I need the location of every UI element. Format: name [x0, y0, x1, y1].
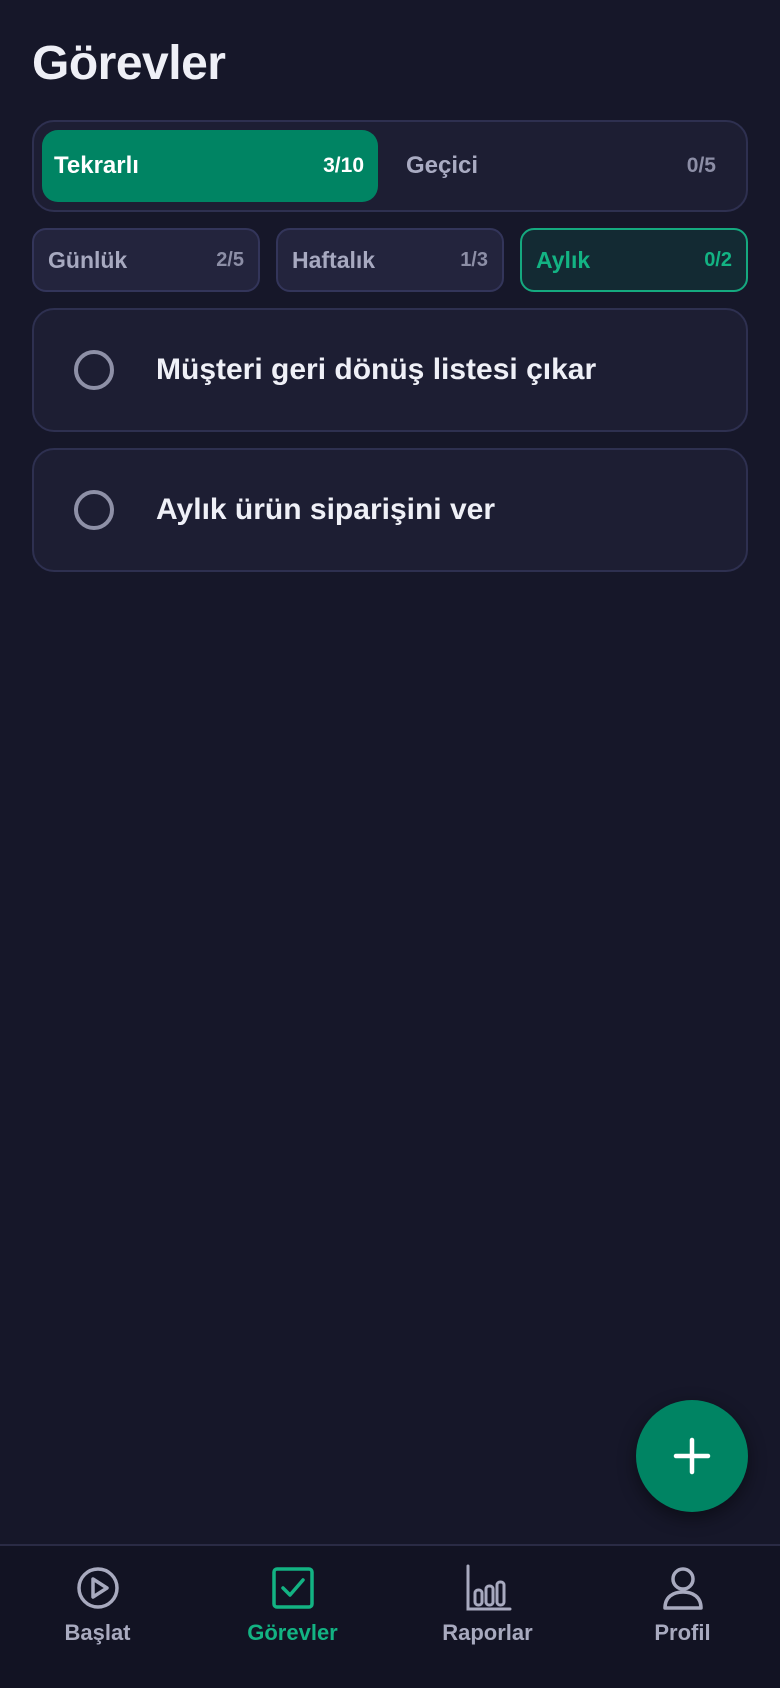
- filter-count: 2/5: [216, 248, 244, 271]
- task-checkbox[interactable]: [74, 490, 114, 530]
- nav-item-tasks[interactable]: Görevler: [195, 1546, 390, 1688]
- tasks-screen: Görevler Tekrarlı 3/10 Geçici 0/5 Günlük…: [0, 0, 780, 1688]
- filter-label: Günlük: [48, 246, 128, 273]
- nav-item-reports[interactable]: Raporlar: [390, 1546, 585, 1688]
- filter-monthly[interactable]: Aylık 0/2: [520, 228, 748, 292]
- checkbox-icon: [271, 1567, 314, 1609]
- period-filters: Günlük 2/5 Haftalık 1/3 Aylık 0/2: [32, 228, 748, 292]
- add-task-button[interactable]: [636, 1400, 748, 1512]
- nav-item-profile[interactable]: Profil: [585, 1546, 780, 1688]
- nav-label: Profil: [654, 1620, 711, 1645]
- nav-label: Başlat: [64, 1620, 131, 1645]
- nav-label: Raporlar: [442, 1620, 533, 1645]
- play-circle-icon: [76, 1567, 119, 1609]
- task-checkbox[interactable]: [74, 350, 114, 390]
- segment-recurring[interactable]: Tekrarlı 3/10: [42, 130, 378, 202]
- task-card[interactable]: Aylık ürün siparişini ver: [32, 448, 748, 572]
- nav-item-start[interactable]: Başlat: [0, 1546, 195, 1688]
- segment-label: Geçici: [406, 152, 479, 179]
- plus-icon: [673, 1437, 711, 1475]
- filter-label: Haftalık: [292, 246, 376, 273]
- filter-daily[interactable]: Günlük 2/5: [32, 228, 260, 292]
- segment-count: 3/10: [323, 154, 364, 177]
- filter-count: 1/3: [460, 248, 488, 271]
- user-icon: [662, 1567, 703, 1610]
- task-list: Müşteri geri dönüş listesi çıkar Aylık ü…: [32, 308, 748, 588]
- task-text: Aylık ürün siparişini ver: [156, 493, 496, 526]
- segment-temporary[interactable]: Geçici 0/5: [386, 130, 738, 202]
- segment-label: Tekrarlı: [54, 152, 139, 179]
- segment-count: 0/5: [686, 154, 716, 177]
- bottom-navigation: Başlat Görevler Raporlar Profil: [0, 1544, 780, 1688]
- filter-label: Aylık: [536, 246, 591, 273]
- task-text: Müşteri geri dönüş listesi çıkar: [156, 353, 597, 386]
- filter-weekly[interactable]: Haftalık 1/3: [276, 228, 504, 292]
- filter-count: 0/2: [704, 248, 732, 271]
- task-card[interactable]: Müşteri geri dönüş listesi çıkar: [32, 308, 748, 432]
- nav-label: Görevler: [247, 1620, 338, 1645]
- bar-chart-icon: [466, 1564, 511, 1611]
- task-type-segmented-control: Tekrarlı 3/10 Geçici 0/5: [32, 120, 748, 212]
- page-title: Görevler: [32, 37, 226, 90]
